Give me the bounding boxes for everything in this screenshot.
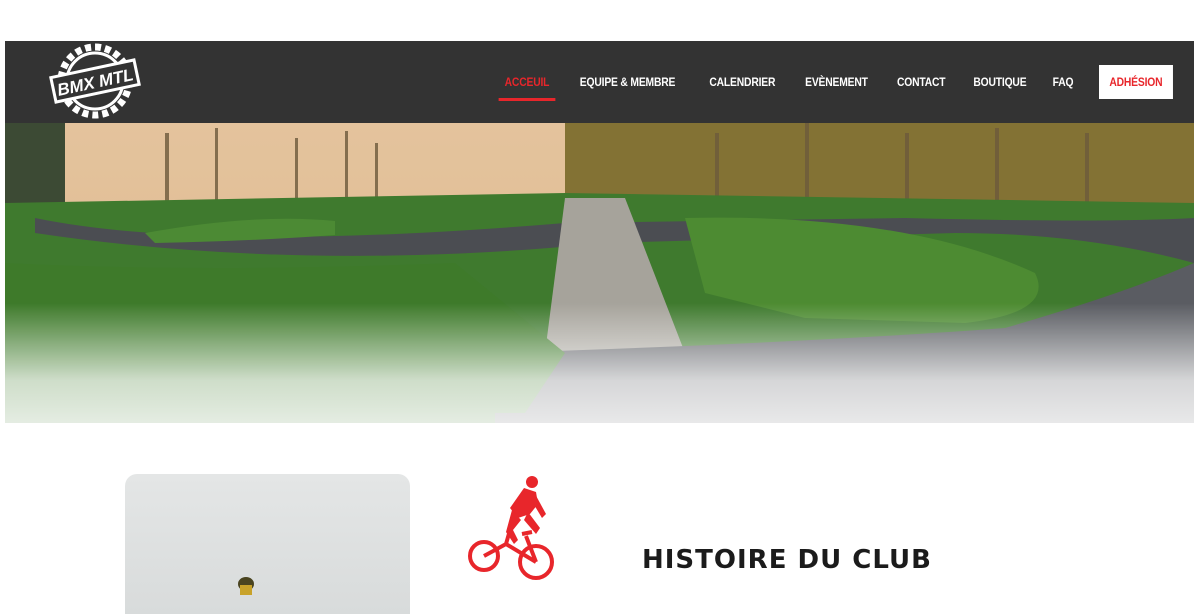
bmx-rider-icon bbox=[468, 476, 554, 580]
rider-photo bbox=[125, 474, 410, 614]
bmx-mtl-logo[interactable]: BMX MTL bbox=[47, 43, 143, 119]
nav-item-evenement[interactable]: EVÈNEMENT bbox=[798, 41, 876, 123]
adhesion-button[interactable]: ADHÉSION bbox=[1099, 65, 1173, 99]
nav-item-faq[interactable]: FAQ bbox=[1045, 41, 1081, 123]
nav-item-boutique[interactable]: BOUTIQUE bbox=[966, 41, 1035, 123]
nav-item-calendrier[interactable]: CALENDRIER bbox=[701, 41, 782, 123]
main-nav: ACCEUIL EQUIPE & MEMBRE CALENDRIER EVÈNE… bbox=[491, 41, 1180, 123]
nav-item-contact[interactable]: CONTACT bbox=[889, 41, 953, 123]
nav-item-equipe-membre[interactable]: EQUIPE & MEMBRE bbox=[573, 41, 684, 123]
rider-helmet-icon bbox=[238, 577, 254, 595]
section-title: HISTOIRE DU CLUB bbox=[642, 545, 932, 575]
nav-item-acceuil[interactable]: ACCEUIL bbox=[496, 41, 556, 123]
site-header: BMX MTL ACCEUIL EQUIPE & MEMBRE CALENDRI… bbox=[5, 41, 1194, 123]
hero-track-image bbox=[5, 123, 1194, 475]
